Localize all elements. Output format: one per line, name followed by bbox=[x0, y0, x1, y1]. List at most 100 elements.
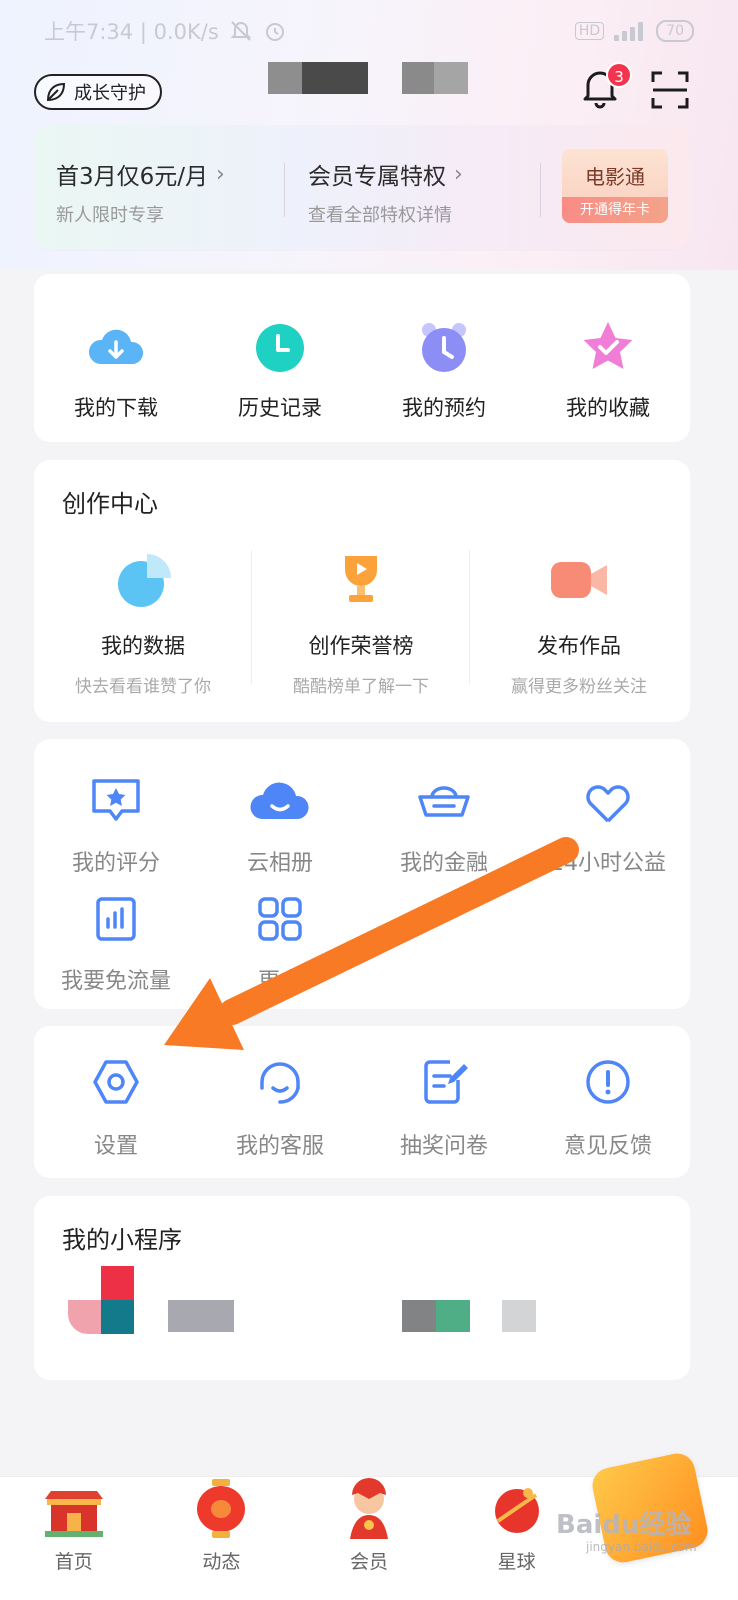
history-clock-icon bbox=[256, 324, 304, 372]
reservation-entry[interactable]: 我的预约 bbox=[362, 316, 526, 422]
settings-entry[interactable]: 设置 bbox=[34, 1050, 198, 1160]
baidu-watermark: Baidu经验 bbox=[556, 1510, 692, 1540]
nav-home[interactable]: 首页 bbox=[0, 1477, 148, 1600]
vip-mascot-icon bbox=[349, 1478, 388, 1539]
vip-offer-title: 首3月仅6元/月 bbox=[56, 164, 209, 190]
alarm-clock-icon bbox=[422, 323, 466, 372]
data-free-entry[interactable]: 我要免流量 bbox=[34, 887, 198, 995]
growth-guard-label: 成长守护 bbox=[74, 83, 146, 104]
mini-program-thumb[interactable] bbox=[502, 1300, 536, 1332]
entry-title: 创作荣誉榜 bbox=[308, 634, 414, 658]
movie-pass-title: 电影通 bbox=[585, 165, 645, 189]
setting-label: 抽奖问卷 bbox=[399, 1134, 488, 1159]
mini-programs-card: 我的小程序 bbox=[34, 1196, 690, 1380]
growth-guard-button[interactable]: 成长守护 bbox=[34, 74, 162, 110]
nav-label: 动态 bbox=[202, 1551, 241, 1573]
mini-program-thumb[interactable] bbox=[168, 1300, 234, 1332]
entry-subtitle: 快去看看谁赞了你 bbox=[75, 677, 211, 697]
feedback-entry[interactable]: 意见反馈 bbox=[526, 1050, 690, 1160]
my-data-entry[interactable]: 我的数据 快去看看谁赞了你 bbox=[34, 548, 252, 697]
creation-center-card: 创作中心 我的数据 快去看看谁赞了你 创作荣誉榜 酷酷榜单了解一下 发布作品 赢… bbox=[34, 460, 690, 722]
tool-label: 我的评分 bbox=[71, 851, 160, 876]
entry-label: 我的下载 bbox=[74, 396, 158, 420]
nav-label: 星球 bbox=[497, 1551, 536, 1573]
mini-program-thumb[interactable] bbox=[68, 1266, 134, 1336]
vip-offer-sub: 新人限时专享 bbox=[56, 205, 164, 226]
more-entry[interactable]: 更多 bbox=[198, 887, 362, 995]
my-rating-entry[interactable]: 我的评分 bbox=[34, 769, 198, 877]
star-icon bbox=[583, 322, 633, 369]
hd-indicator: HD bbox=[574, 22, 605, 40]
baidu-watermark-url: jingyan.baidu.com bbox=[586, 1540, 697, 1554]
favorites-entry[interactable]: 我的收藏 bbox=[526, 316, 690, 422]
survey-icon bbox=[424, 1060, 468, 1104]
home-palace-icon bbox=[44, 1491, 103, 1537]
divider bbox=[540, 163, 541, 217]
tool-label: 更多 bbox=[257, 969, 302, 994]
tool-label: 云相册 bbox=[246, 851, 313, 876]
setting-label: 设置 bbox=[93, 1134, 138, 1159]
alarm-icon bbox=[265, 23, 284, 41]
entry-title: 发布作品 bbox=[537, 634, 621, 658]
planet-icon bbox=[494, 1488, 539, 1533]
nav-feed[interactable]: 动态 bbox=[148, 1477, 296, 1600]
pie-chart-icon bbox=[118, 554, 171, 607]
chevron-right-icon: › bbox=[216, 161, 225, 187]
gold-ingot-icon bbox=[418, 786, 470, 817]
cloud-album-entry[interactable]: 云相册 bbox=[198, 769, 362, 877]
tools-card: 我的评分 云相册 我的金融 24小时公益 我要免流量 更多 bbox=[34, 739, 690, 1009]
signal-icon bbox=[614, 21, 646, 41]
charity-heart-icon bbox=[586, 785, 630, 823]
download-cloud-icon bbox=[88, 329, 144, 364]
trophy-icon bbox=[345, 556, 377, 602]
setting-label: 我的客服 bbox=[235, 1134, 324, 1159]
divider bbox=[284, 163, 285, 217]
status-bar: 上午7:34 | 0.0K/s HD 70 bbox=[0, 0, 738, 62]
mini-program-list bbox=[34, 1266, 690, 1336]
rating-icon bbox=[92, 779, 140, 821]
scan-icon[interactable] bbox=[650, 70, 690, 110]
video-camera-icon bbox=[551, 562, 607, 598]
publish-work-entry[interactable]: 发布作品 赢得更多粉丝关注 bbox=[470, 548, 688, 697]
section-title: 创作中心 bbox=[62, 490, 158, 518]
history-entry[interactable]: 历史记录 bbox=[198, 316, 362, 422]
entry-label: 我的预约 bbox=[402, 396, 486, 420]
status-time: 上午7:34 | 0.0K/s bbox=[44, 20, 219, 44]
movie-pass-sub: 开通得年卡 bbox=[562, 197, 668, 223]
my-download-entry[interactable]: 我的下载 bbox=[34, 316, 198, 422]
movie-pass-card[interactable]: 电影通 开通得年卡 bbox=[562, 149, 668, 223]
survey-entry[interactable]: 抽奖问卷 bbox=[362, 1050, 526, 1160]
tool-label: 24小时公益 bbox=[550, 851, 666, 876]
customer-service-icon bbox=[260, 1062, 300, 1104]
entry-subtitle: 赢得更多粉丝关注 bbox=[511, 677, 647, 697]
data-free-icon bbox=[96, 897, 136, 941]
chevron-right-icon: › bbox=[454, 161, 463, 187]
mini-program-thumb[interactable] bbox=[402, 1300, 470, 1332]
charity-entry[interactable]: 24小时公益 bbox=[526, 769, 690, 877]
nav-label: 会员 bbox=[349, 1551, 388, 1573]
vip-offer[interactable]: 首3月仅6元/月 › 新人限时专享 bbox=[56, 157, 225, 227]
mute-bell-icon bbox=[230, 21, 252, 41]
honor-list-entry[interactable]: 创作荣誉榜 酷酷榜单了解一下 bbox=[252, 548, 470, 697]
customer-service-entry[interactable]: 我的客服 bbox=[198, 1050, 362, 1160]
quick-entries-card: 我的下载 历史记录 我的预约 我的收藏 bbox=[34, 274, 690, 442]
more-grid-icon bbox=[258, 897, 302, 941]
leaf-icon bbox=[46, 82, 66, 102]
settings-card: 设置 我的客服 抽奖问卷 意见反馈 bbox=[34, 1026, 690, 1178]
setting-label: 意见反馈 bbox=[563, 1134, 652, 1159]
vip-privilege[interactable]: 会员专属特权 › 查看全部特权详情 bbox=[308, 157, 463, 227]
tool-label: 我的金融 bbox=[399, 851, 488, 876]
lantern-icon bbox=[197, 1479, 246, 1538]
section-title: 我的小程序 bbox=[62, 1226, 182, 1254]
vip-privilege-title: 会员专属特权 bbox=[308, 164, 446, 190]
my-finance-entry[interactable]: 我的金融 bbox=[362, 769, 526, 877]
notification-badge: 3 bbox=[606, 62, 632, 88]
entry-label: 我的收藏 bbox=[566, 396, 650, 420]
entry-label: 历史记录 bbox=[238, 396, 322, 420]
cloud-album-icon bbox=[250, 782, 309, 819]
entry-title: 我的数据 bbox=[101, 634, 185, 658]
settings-hex-icon bbox=[93, 1060, 139, 1104]
profile-header: 成长守护 3 bbox=[0, 60, 738, 120]
battery-indicator: 70 bbox=[656, 20, 694, 42]
nav-vip[interactable]: 会员 bbox=[295, 1477, 443, 1600]
